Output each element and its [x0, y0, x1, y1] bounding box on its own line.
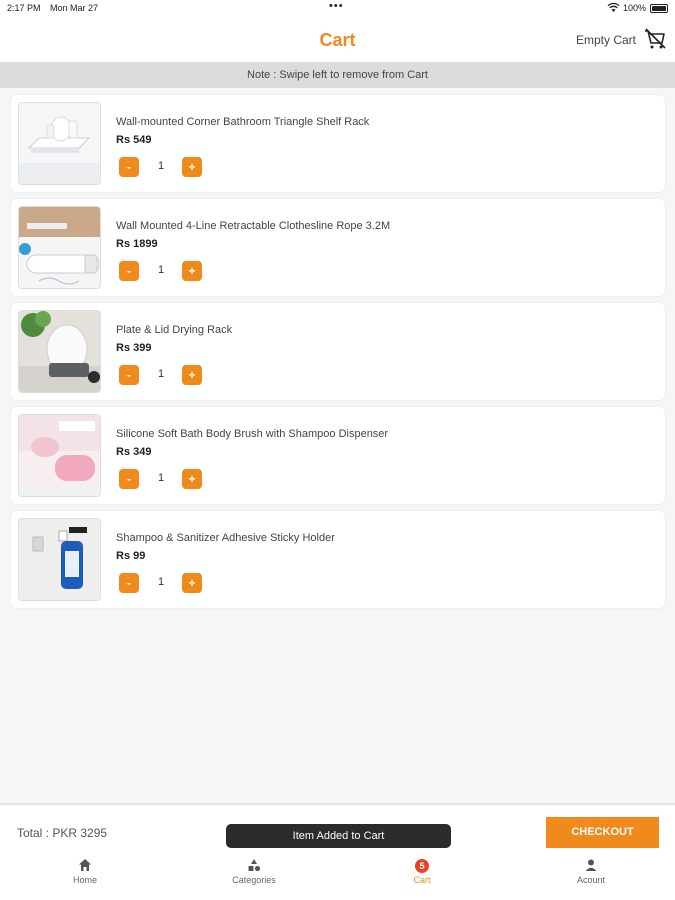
product-image [18, 102, 101, 185]
categories-icon [248, 859, 261, 872]
cart-total: Total : PKR 3295 [17, 826, 108, 840]
empty-cart-button[interactable]: Empty Cart [576, 33, 636, 47]
product-name: Silicone Soft Bath Body Brush with Shamp… [116, 428, 389, 440]
cart-item[interactable]: Wall Mounted 4-Line Retractable Clothesl… [11, 199, 665, 296]
cart-summary-bar: Total : PKR 3295 Item Added to Cart CHEC… [0, 803, 675, 854]
cart-item[interactable]: Shampoo & Sanitizer Adhesive Sticky Hold… [11, 511, 665, 608]
status-time: 2:17 PM [7, 3, 41, 13]
app-header: Cart Empty Cart [0, 18, 675, 62]
increase-quantity-button[interactable]: + [182, 365, 202, 385]
cart-count-badge: 5 [415, 859, 429, 873]
product-name: Wall-mounted Corner Bathroom Triangle Sh… [116, 116, 370, 128]
cart-item[interactable]: Plate & Lid Drying Rack Rs 399 - 1 + [11, 303, 665, 400]
product-image [18, 310, 101, 393]
tab-account[interactable]: Acount [541, 858, 641, 885]
decrease-quantity-button[interactable]: - [119, 261, 139, 281]
toast-message: Item Added to Cart [226, 824, 451, 848]
product-name: Plate & Lid Drying Rack [116, 324, 233, 336]
tab-home[interactable]: Home [35, 858, 135, 885]
cart-item[interactable]: Silicone Soft Bath Body Brush with Shamp… [11, 407, 665, 504]
increase-quantity-button[interactable]: + [182, 573, 202, 593]
quantity-value: 1 [157, 576, 165, 588]
cart-item[interactable]: Wall-mounted Corner Bathroom Triangle Sh… [11, 95, 665, 192]
checkout-button[interactable]: CHECKOUT [546, 817, 659, 848]
wifi-icon [607, 2, 620, 12]
product-name: Shampoo & Sanitizer Adhesive Sticky Hold… [116, 532, 335, 544]
status-bar: 2:17 PM Mon Mar 27 ••• 100% [0, 0, 675, 18]
increase-quantity-button[interactable]: + [182, 261, 202, 281]
status-date: Mon Mar 27 [50, 3, 99, 13]
bottom-tab-bar: Home Categories 5 Cart Acount [0, 854, 675, 900]
quantity-value: 1 [157, 472, 165, 484]
product-price: Rs 399 [116, 342, 152, 354]
product-price: Rs 549 [116, 134, 152, 146]
increase-quantity-button[interactable]: + [182, 469, 202, 489]
quantity-value: 1 [157, 368, 165, 380]
swipe-note: Note : Swipe left to remove from Cart [0, 62, 675, 88]
decrease-quantity-button[interactable]: - [119, 365, 139, 385]
product-image [18, 206, 101, 289]
tab-label: Categories [232, 875, 276, 885]
battery-percent: 100% [623, 3, 647, 13]
empty-cart-icon[interactable] [644, 28, 666, 50]
tab-label: Cart [413, 875, 431, 885]
product-price: Rs 1899 [116, 238, 158, 250]
decrease-quantity-button[interactable]: - [119, 157, 139, 177]
product-price: Rs 349 [116, 446, 152, 458]
increase-quantity-button[interactable]: + [182, 157, 202, 177]
battery-icon [650, 4, 668, 13]
tab-label: Acount [576, 875, 606, 885]
product-price: Rs 99 [116, 550, 146, 562]
multitasking-dots-icon[interactable]: ••• [329, 0, 344, 12]
cart-list: Wall-mounted Corner Bathroom Triangle Sh… [11, 95, 665, 615]
product-name: Wall Mounted 4-Line Retractable Clothesl… [116, 220, 391, 232]
tab-cart[interactable]: 5 Cart [372, 858, 472, 885]
quantity-value: 1 [157, 160, 165, 172]
decrease-quantity-button[interactable]: - [119, 469, 139, 489]
decrease-quantity-button[interactable]: - [119, 573, 139, 593]
tab-label: Home [72, 875, 97, 885]
account-icon [585, 859, 597, 871]
product-image [18, 414, 101, 497]
tab-categories[interactable]: Categories [204, 858, 304, 885]
product-image [18, 518, 101, 601]
home-icon [79, 859, 91, 871]
page-title: Cart [319, 30, 356, 50]
quantity-value: 1 [157, 264, 165, 276]
